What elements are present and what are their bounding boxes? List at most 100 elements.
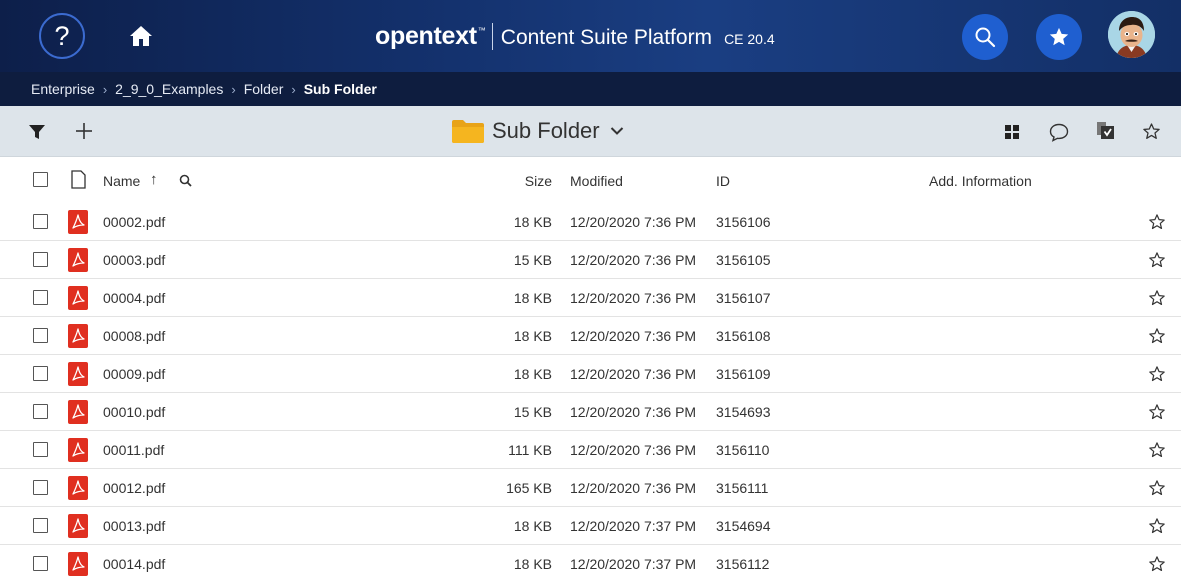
grid-view-icon[interactable]	[1005, 125, 1019, 139]
table-row[interactable]: 00009.pdf 18 KB 12/20/2020 7:36 PM 3156109	[0, 355, 1181, 393]
breadcrumb-separator-icon: ›	[102, 81, 108, 97]
row-checkbox[interactable]	[33, 214, 48, 229]
folder-name: Sub Folder	[492, 118, 600, 143]
file-id: 3156108	[716, 328, 771, 344]
table-row[interactable]: 00014.pdf 18 KB 12/20/2020 7:37 PM 3156112	[0, 545, 1181, 578]
comment-icon[interactable]	[1049, 123, 1069, 142]
file-modified: 12/20/2020 7:36 PM	[570, 328, 697, 344]
favorite-star-icon[interactable]	[1148, 365, 1166, 383]
breadcrumb-separator-icon: ›	[231, 81, 236, 97]
column-header-size[interactable]: Size	[482, 173, 552, 189]
sort-ascending-icon[interactable]: ↑	[150, 171, 158, 188]
help-button[interactable]: ?	[39, 13, 85, 59]
table-row[interactable]: 00003.pdf 15 KB 12/20/2020 7:36 PM 3156105	[0, 241, 1181, 279]
favorite-icon[interactable]	[1142, 122, 1161, 141]
file-modified: 12/20/2020 7:36 PM	[570, 366, 697, 382]
file-modified: 12/20/2020 7:37 PM	[570, 518, 697, 534]
search-icon	[975, 27, 996, 48]
home-icon[interactable]	[129, 24, 153, 48]
file-name-link[interactable]: 00014.pdf	[103, 556, 165, 572]
table-row[interactable]: 00002.pdf 18 KB 12/20/2020 7:36 PM 3156106	[0, 203, 1181, 241]
table-row[interactable]: 00011.pdf 111 KB 12/20/2020 7:36 PM 3156110	[0, 431, 1181, 469]
favorite-star-icon[interactable]	[1148, 479, 1166, 497]
pdf-file-icon	[68, 400, 88, 424]
file-modified: 12/20/2020 7:36 PM	[570, 404, 697, 420]
table-row[interactable]: 00013.pdf 18 KB 12/20/2020 7:37 PM 3154694	[0, 507, 1181, 545]
file-size: 18 KB	[513, 214, 552, 230]
search-button[interactable]	[962, 14, 1008, 60]
row-checkbox[interactable]	[33, 480, 48, 495]
file-size: 15 KB	[513, 404, 552, 420]
pdf-file-icon	[68, 552, 88, 576]
file-name-link[interactable]: 00009.pdf	[103, 366, 165, 382]
file-modified: 12/20/2020 7:36 PM	[570, 252, 697, 268]
table-row[interactable]: 00012.pdf 165 KB 12/20/2020 7:36 PM 3156111	[0, 469, 1181, 507]
file-size: 15 KB	[513, 252, 552, 268]
file-id: 3156111	[716, 480, 769, 496]
table-row[interactable]: 00010.pdf 15 KB 12/20/2020 7:36 PM 3154693	[0, 393, 1181, 431]
table-row[interactable]: 00004.pdf 18 KB 12/20/2020 7:36 PM 3156107	[0, 279, 1181, 317]
file-name-link[interactable]: 00003.pdf	[103, 252, 165, 268]
row-checkbox[interactable]	[33, 328, 48, 343]
file-size: 18 KB	[513, 290, 552, 306]
select-all-checkbox[interactable]	[33, 172, 48, 187]
favorite-star-icon[interactable]	[1148, 327, 1166, 345]
pdf-file-icon	[68, 438, 88, 462]
pdf-file-icon	[68, 248, 88, 272]
pdf-file-icon	[68, 324, 88, 348]
favorites-button[interactable]	[1036, 14, 1082, 60]
file-name-link[interactable]: 00004.pdf	[103, 290, 165, 306]
row-checkbox[interactable]	[33, 290, 48, 305]
file-id: 3156106	[716, 214, 771, 230]
favorite-star-icon[interactable]	[1148, 251, 1166, 269]
file-id: 3156112	[716, 556, 770, 572]
star-filled-icon	[1049, 27, 1069, 46]
breadcrumb-item-folder[interactable]: Folder	[244, 81, 284, 97]
column-header-modified[interactable]: Modified	[570, 173, 623, 189]
table-row[interactable]: 00008.pdf 18 KB 12/20/2020 7:36 PM 3156108	[0, 317, 1181, 355]
row-checkbox[interactable]	[33, 556, 48, 571]
file-size: 111 KB	[508, 442, 552, 458]
file-id: 3156107	[716, 290, 771, 306]
file-id: 3154693	[716, 404, 771, 420]
favorite-star-icon[interactable]	[1148, 289, 1166, 307]
favorite-star-icon[interactable]	[1148, 403, 1166, 421]
row-checkbox[interactable]	[33, 252, 48, 267]
top-header: ? opentext ™ Content Suite Platform CE 20…	[0, 0, 1181, 72]
avatar[interactable]	[1108, 11, 1155, 58]
favorite-star-icon[interactable]	[1148, 441, 1166, 459]
file-modified: 12/20/2020 7:36 PM	[570, 214, 697, 230]
row-checkbox[interactable]	[33, 404, 48, 419]
toolbar: Sub Folder	[0, 106, 1181, 157]
favorite-star-icon[interactable]	[1148, 517, 1166, 535]
row-checkbox[interactable]	[33, 518, 48, 533]
favorite-star-icon[interactable]	[1148, 555, 1166, 573]
breadcrumb-item-examples[interactable]: 2_9_0_Examples	[115, 81, 223, 97]
column-search-icon[interactable]	[179, 174, 192, 187]
column-header-id[interactable]: ID	[716, 173, 730, 189]
file-name-link[interactable]: 00013.pdf	[103, 518, 165, 534]
brand-logo: opentext	[375, 22, 477, 50]
file-name-link[interactable]: 00010.pdf	[103, 404, 165, 420]
row-checkbox[interactable]	[33, 442, 48, 457]
column-header-name[interactable]: Name	[103, 173, 140, 189]
brand: opentext ™ Content Suite Platform CE 20.4	[375, 22, 775, 51]
breadcrumb-item-enterprise[interactable]: Enterprise	[31, 81, 95, 97]
file-name-link[interactable]: 00012.pdf	[103, 480, 165, 496]
brand-separator	[491, 23, 493, 50]
column-header-add-information: Add. Information	[929, 173, 1032, 189]
filter-icon[interactable]	[29, 125, 45, 140]
file-name-link[interactable]: 00002.pdf	[103, 214, 165, 230]
add-icon[interactable]	[75, 122, 93, 140]
file-name-link[interactable]: 00008.pdf	[103, 328, 165, 344]
file-id: 3156105	[716, 252, 771, 268]
file-modified: 12/20/2020 7:36 PM	[570, 290, 697, 306]
breadcrumb: Enterprise › 2_9_0_Examples › Folder › S…	[0, 72, 1181, 106]
file-size: 18 KB	[513, 366, 552, 382]
file-name-link[interactable]: 00011.pdf	[103, 442, 164, 458]
row-checkbox[interactable]	[33, 366, 48, 381]
folder-title-dropdown[interactable]: Sub Folder	[452, 118, 624, 144]
help-icon: ?	[54, 20, 70, 51]
collect-icon[interactable]	[1096, 121, 1118, 141]
favorite-star-icon[interactable]	[1148, 213, 1166, 231]
